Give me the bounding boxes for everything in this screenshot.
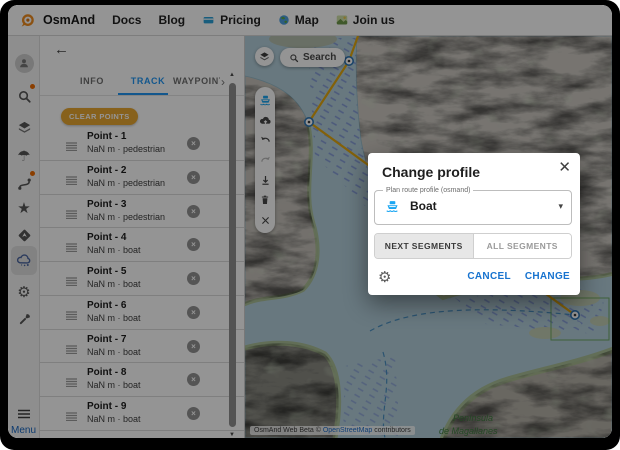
- dialog-close-icon[interactable]: ✕: [558, 158, 571, 176]
- cancel-button[interactable]: CANCEL: [467, 271, 510, 282]
- change-button[interactable]: CHANGE: [525, 271, 570, 282]
- dialog-title: Change profile: [382, 164, 480, 180]
- next-segments-button[interactable]: NEXT SEGMENTS: [375, 234, 473, 258]
- chevron-down-icon[interactable]: ▾: [558, 201, 563, 212]
- profile-select[interactable]: Plan route profile (osmand) Boat ▾: [374, 187, 572, 225]
- selected-profile-name: Boat: [410, 199, 558, 213]
- dialog-footer: ⚙ CANCEL CHANGE: [368, 265, 580, 291]
- change-profile-dialog: Change profile ✕ Plan route profile (osm…: [368, 153, 580, 295]
- app-frame: OsmAnd Docs Blog Pricing Map: [0, 0, 620, 450]
- profile-select-label: Plan route profile (osmand): [383, 187, 473, 194]
- segment-scope-toggle: NEXT SEGMENTS ALL SEGMENTS: [374, 233, 572, 259]
- profile-settings-gear-icon[interactable]: ⚙: [378, 268, 391, 286]
- browser-window: OsmAnd Docs Blog Pricing Map: [8, 5, 612, 438]
- all-segments-button[interactable]: ALL SEGMENTS: [473, 234, 572, 258]
- boat-icon: [385, 199, 400, 214]
